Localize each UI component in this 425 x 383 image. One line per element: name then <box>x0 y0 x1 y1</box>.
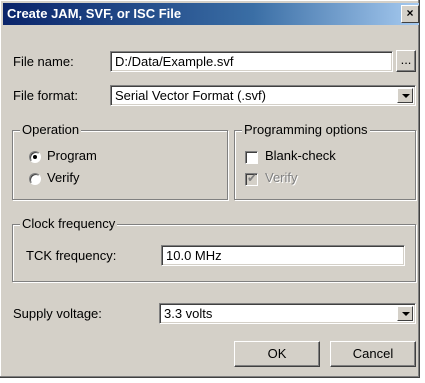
blank-check-label[interactable]: Blank-check <box>265 148 336 163</box>
clock-frequency-title: Clock frequency <box>20 216 118 231</box>
ok-button-label: OK <box>267 346 287 361</box>
operation-group-title: Operation <box>20 122 82 137</box>
tck-frequency-input[interactable]: 10.0 MHz <box>161 245 405 266</box>
ok-button[interactable]: OK <box>234 341 320 367</box>
cancel-button-label: Cancel <box>352 346 394 361</box>
verify-radio[interactable] <box>29 173 41 185</box>
blank-check-checkbox[interactable] <box>245 151 258 164</box>
clock-frequency-group: Clock frequency TCK frequency: 10.0 MHz <box>12 216 416 282</box>
programming-options-title: Programming options <box>242 122 370 137</box>
check-icon: ✔ <box>247 171 258 185</box>
close-icon: × <box>406 6 414 20</box>
verify-checkbox: ✔ <box>245 171 258 186</box>
tck-frequency-label: TCK frequency: <box>26 248 117 263</box>
supply-voltage-value: 3.3 volts <box>164 306 213 321</box>
tck-frequency-value: 10.0 MHz <box>166 248 222 263</box>
radio-selected-dot <box>33 155 37 159</box>
file-name-value: D:/Data/Example.svf <box>115 54 234 69</box>
create-file-dialog: Create JAM, SVF, or ISC File × File name… <box>0 0 420 378</box>
browse-button[interactable]: ... <box>396 50 416 72</box>
file-name-label: File name: <box>13 54 74 69</box>
cancel-button[interactable]: Cancel <box>330 341 416 367</box>
program-radio-label[interactable]: Program <box>47 148 97 163</box>
programming-options-group: Programming options Blank-check ✔ Verify <box>234 122 416 200</box>
chevron-down-icon[interactable] <box>397 306 413 321</box>
title-bar[interactable]: Create JAM, SVF, or ISC File × <box>3 3 419 25</box>
program-radio[interactable] <box>29 151 41 163</box>
file-format-value: Serial Vector Format (.svf) <box>115 88 266 103</box>
supply-voltage-label: Supply voltage: <box>13 306 102 321</box>
browse-button-label: ... <box>400 52 412 67</box>
supply-voltage-select[interactable]: 3.3 volts <box>159 303 416 324</box>
file-format-select[interactable]: Serial Vector Format (.svf) <box>110 85 416 106</box>
verify-radio-label[interactable]: Verify <box>47 170 80 185</box>
close-button[interactable]: × <box>401 5 419 23</box>
window-title: Create JAM, SVF, or ISC File <box>7 6 182 21</box>
operation-group: Operation Program Verify <box>12 122 228 200</box>
chevron-down-icon[interactable] <box>397 88 413 103</box>
file-format-label: File format: <box>13 88 79 103</box>
verify-checkbox-label: Verify <box>265 170 298 185</box>
file-name-input[interactable]: D:/Data/Example.svf <box>110 51 393 72</box>
